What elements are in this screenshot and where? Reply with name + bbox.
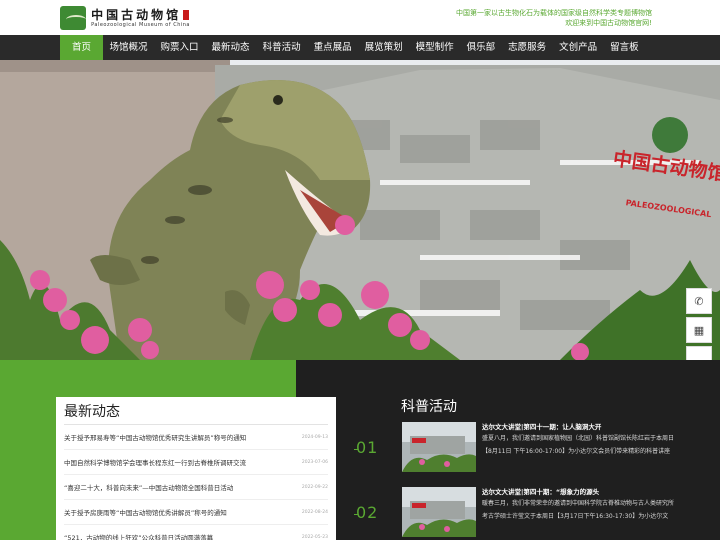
news-item-title[interactable]: 中国自然科学博物馆学会理事长程东红一行到古脊椎所调研交流 xyxy=(64,457,246,467)
news-item-date: 2022-05-23 xyxy=(301,534,328,540)
news-item[interactable]: 关于授予邢易寿等“中国古动物馆优秀研究生讲解员”称号的通知 2024-09-13 xyxy=(64,425,328,450)
banner-image: 中国古动物馆 PALEOZOOLOGICAL xyxy=(0,60,720,360)
activity-thumbnail-image xyxy=(402,487,476,537)
logo-subtitle: Paleozoological Museum of China xyxy=(91,21,190,28)
nav-item-1[interactable]: 场馆概况 xyxy=(103,35,154,60)
activity-thumbnail[interactable] xyxy=(402,422,476,472)
phone-icon[interactable]: ✆ xyxy=(686,288,712,314)
nav-item-5[interactable]: 重点展品 xyxy=(307,35,358,60)
news-item-title[interactable]: “521，古动物的线上狂欢”公众科普日活动圆满落幕 xyxy=(64,532,213,540)
nav-item-9[interactable]: 志愿服务 xyxy=(502,35,553,60)
tagline-line2: 欢迎来到中国古动物馆官网! xyxy=(565,19,652,27)
news-item-title[interactable]: 关于授予房庚雨等“中国古动物馆优秀讲解员”称号的通知 xyxy=(64,507,227,517)
nav-item-4[interactable]: 科普活动 xyxy=(256,35,307,60)
news-item[interactable]: “喜迎二十大，科普向未来”—中国古动物馆全国科普日活动 2022-09-22 xyxy=(64,475,328,500)
nav-item-3[interactable]: 最新动态 xyxy=(205,35,256,60)
news-item-date: 2022-09-22 xyxy=(301,484,328,490)
main-nav: 首页 场馆概况 购票入口 最新动态 科普活动 重点展品 展览策划 模型制作 俱乐部 志愿服务 文创产… xyxy=(0,35,720,60)
activity-number: 01 xyxy=(353,438,379,457)
logo-dinosaur-icon xyxy=(60,6,87,30)
news-item-date: 2024-09-13 xyxy=(301,434,328,440)
nav-item-8[interactable]: 俱乐部 xyxy=(460,35,502,60)
floating-toolbar: ✆ ▦ ︿ xyxy=(686,288,712,360)
news-list: 关于授予邢易寿等“中国古动物馆优秀研究生讲解员”称号的通知 2024-09-13 中… xyxy=(64,425,328,540)
news-heading: 最新动态 xyxy=(64,403,328,425)
tagline-line1: 中国第一家以古生物化石为载体的国家级自然科学类专题博物馆 xyxy=(456,9,652,17)
activity-item[interactable]: 02 达尔文大讲堂|第四十期：“想象力的源头暖春三月，我们非常荣幸的邀请到中国科学… xyxy=(353,487,676,540)
activity-item[interactable]: 01 达尔文大讲堂|第四十一期：让人脑洞大开盛夏八月，我们邀请到国家植物园（北园）… xyxy=(353,422,676,482)
hero-banner[interactable]: 中国古动物馆 PALEOZOOLOGICAL ✆ ▦ ︿ xyxy=(0,60,720,360)
logo-title: 中国古动物馆 xyxy=(91,7,182,22)
nav-list: 首页 场馆概况 购票入口 最新动态 科普活动 重点展品 展览策划 模型制作 俱乐部 志愿服务 文创产… xyxy=(60,35,645,60)
activity-title[interactable]: 达尔文大讲堂|第四十期：“想象力的源头 xyxy=(482,487,674,497)
site-header: 中国古动物馆 Paleozoological Museum of China 中… xyxy=(0,0,720,35)
seal-icon xyxy=(183,10,190,20)
site-logo[interactable]: 中国古动物馆 Paleozoological Museum of China xyxy=(60,4,190,32)
news-item-date: 2022-08-24 xyxy=(301,509,328,515)
activity-description: 暖春三月，我们非常荣幸的邀请到中国科学院古脊椎动物与古人类研究所考古学硕士许莹文… xyxy=(482,500,675,520)
news-item-date: 2023-07-06 xyxy=(301,459,328,465)
activity-title[interactable]: 达尔文大讲堂|第四十一期：让人脑洞大开 xyxy=(482,422,674,432)
activities-heading: 科普活动 xyxy=(401,399,457,415)
activity-thumbnail-image xyxy=(402,422,476,472)
nav-item-6[interactable]: 展览策划 xyxy=(358,35,409,60)
news-item[interactable]: 中国自然科学博物馆学会理事长程东红一行到古脊椎所调研交流 2023-07-06 xyxy=(64,450,328,475)
news-item[interactable]: “521，古动物的线上狂欢”公众科普日活动圆满落幕 2022-05-23 xyxy=(64,525,328,540)
qrcode-icon[interactable]: ▦ xyxy=(686,317,712,343)
back-to-top-icon[interactable]: ︿ xyxy=(686,346,712,360)
nav-item-2[interactable]: 购票入口 xyxy=(154,35,205,60)
site-tagline: 中国第一家以古生物化石为载体的国家级自然科学类专题博物馆 欢迎来到中国古动物馆官… xyxy=(456,8,652,28)
news-item-title[interactable]: 关于授予邢易寿等“中国古动物馆优秀研究生讲解员”称号的通知 xyxy=(64,432,246,442)
nav-item-11[interactable]: 留言板 xyxy=(604,35,646,60)
nav-item-7[interactable]: 模型制作 xyxy=(409,35,460,60)
news-item[interactable]: 关于授予房庚雨等“中国古动物馆优秀讲解员”称号的通知 2022-08-24 xyxy=(64,500,328,525)
activity-number: 02 xyxy=(353,503,379,522)
nav-item-0[interactable]: 首页 xyxy=(60,35,104,60)
activity-description: 盛夏八月，我们邀请到国家植物园（北园）科普馆副馆长陈红岩于本周日【8月11日 下… xyxy=(482,435,675,455)
activity-thumbnail[interactable] xyxy=(402,487,476,537)
news-panel: 最新动态 关于授予邢易寿等“中国古动物馆优秀研究生讲解员”称号的通知 2024-0… xyxy=(56,397,336,540)
nav-item-10[interactable]: 文创产品 xyxy=(553,35,604,60)
logo-text: 中国古动物馆 Paleozoological Museum of China xyxy=(91,8,190,29)
news-item-title[interactable]: “喜迎二十大，科普向未来”—中国古动物馆全国科普日活动 xyxy=(64,482,233,492)
